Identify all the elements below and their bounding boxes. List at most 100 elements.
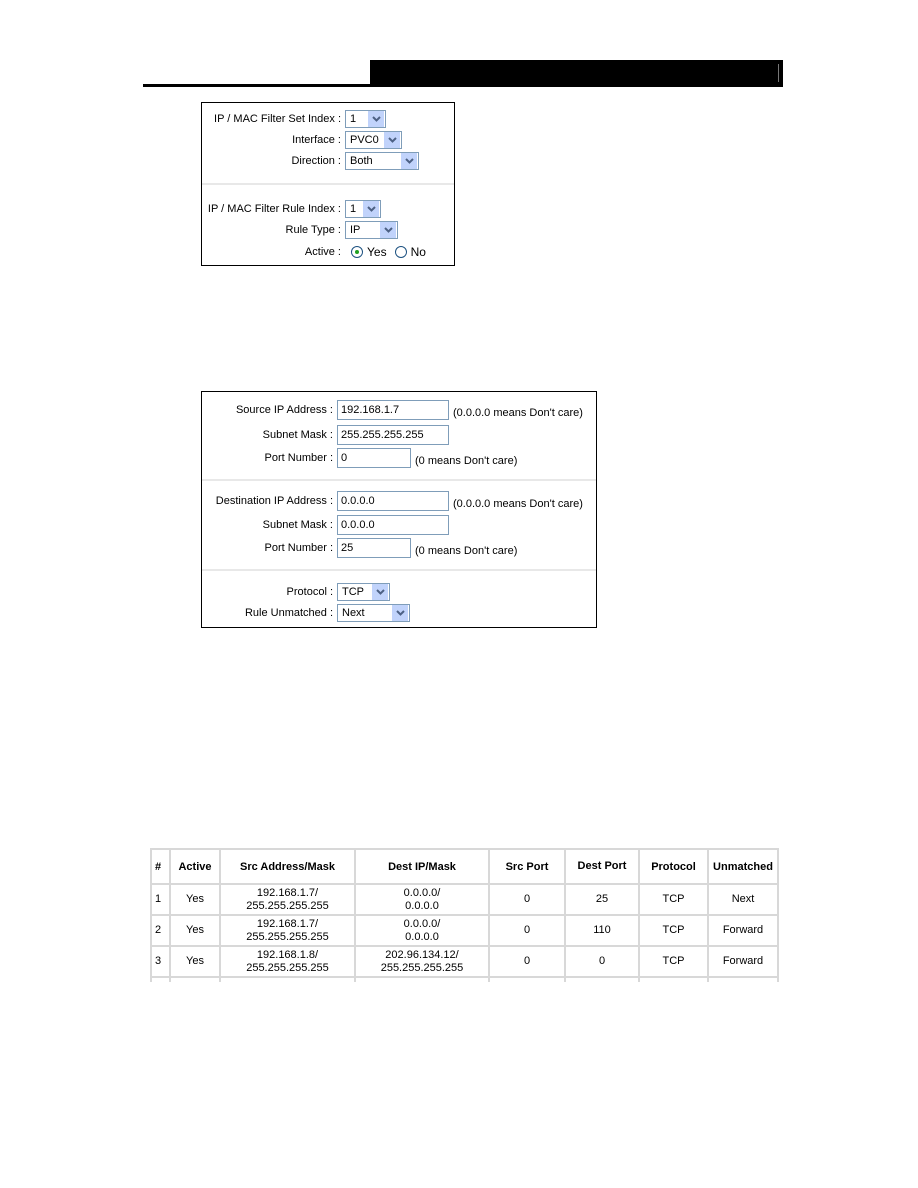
set-index-value: 1 (350, 113, 357, 125)
direction-select[interactable]: Both (345, 152, 419, 170)
cell-stub (707, 976, 779, 982)
cell-stub (488, 976, 566, 982)
dest-port-row: Port Number : 25 (0 means Don't care) (202, 538, 517, 558)
ip-rule-panel: Source IP Address : 192.168.1.7 (0.0.0.0… (201, 391, 597, 628)
active-no-radio[interactable] (394, 246, 407, 258)
header-bar-tick (778, 64, 779, 82)
section-divider (202, 569, 596, 571)
cell-unmatched: Forward (707, 914, 779, 947)
cell-stub (564, 976, 640, 982)
dest-ip-input[interactable]: 0.0.0.0 (337, 491, 449, 511)
rule-unmatched-row: Rule Unmatched : Next (202, 603, 410, 623)
col-header-number: # (150, 848, 171, 885)
dest-mask-input[interactable]: 0.0.0.0 (337, 515, 449, 535)
col-header-src-address: Src Address/Mask (219, 848, 356, 885)
cell-src-port: 0 (488, 945, 566, 978)
source-port-input[interactable]: 0 (337, 448, 411, 468)
dest-ip: 202.96.134.12/ (385, 948, 459, 961)
dest-mask: 0.0.0.0 (405, 899, 439, 912)
rule-unmatched-label: Rule Unmatched : (244, 607, 333, 619)
dest-ip-hint: (0.0.0.0 means Don't care) (453, 498, 583, 510)
dest-ip: 0.0.0.0/ (403, 886, 441, 899)
rule-type-value: IP (350, 224, 361, 236)
dest-mask: 255.255.255.255 (380, 961, 464, 974)
cell-src-address: 192.168.1.7/255.255.255.255 (219, 883, 356, 916)
dest-mask-row: Subnet Mask : 0.0.0.0 (202, 515, 449, 535)
chevron-down-icon[interactable] (380, 222, 396, 238)
cell-protocol: TCP (638, 945, 709, 978)
cell-dest-ip: 0.0.0.0/0.0.0.0 (354, 883, 490, 916)
chevron-down-icon[interactable] (363, 201, 379, 217)
dest-ip-row: Destination IP Address : 0.0.0.0 (0.0.0.… (202, 491, 583, 511)
cell-unmatched: Next (707, 883, 779, 916)
active-yes-label[interactable]: Yes (367, 245, 387, 259)
filter-set-panel: IP / MAC Filter Set Index : 1 Interface … (201, 102, 455, 266)
source-mask-input[interactable]: 255.255.255.255 (337, 425, 449, 445)
rule-index-value: 1 (350, 203, 357, 215)
col-header-dest-ip: Dest IP/Mask (354, 848, 490, 885)
direction-value: Both (350, 155, 373, 167)
source-port-hint: (0 means Don't care) (415, 455, 518, 467)
cell-src-address: 192.168.1.8/255.255.255.255 (219, 945, 356, 978)
header-bar (370, 60, 783, 87)
radio-selected-dot (355, 250, 359, 254)
dest-port-input[interactable]: 25 (337, 538, 411, 558)
protocol-value: TCP (342, 586, 364, 598)
rule-type-select[interactable]: IP (345, 221, 398, 239)
cell-stub (638, 976, 709, 982)
rules-table: # Active Src Address/Mask Dest IP/Mask S… (150, 848, 779, 982)
cell-unmatched: Forward (707, 945, 779, 978)
src-mask: 255.255.255.255 (246, 961, 329, 974)
direction-row: Direction : Both (202, 151, 419, 171)
cell-src-port: 0 (488, 883, 566, 916)
active-no-label[interactable]: No (411, 245, 426, 259)
cell-dest-ip: 202.96.134.12/255.255.255.255 (354, 945, 490, 978)
rule-index-row: IP / MAC Filter Rule Index : 1 (202, 199, 381, 219)
dest-ip-label: Destination IP Address : (215, 495, 333, 507)
src-mask: 255.255.255.255 (246, 899, 329, 912)
interface-row: Interface : PVC0 (202, 130, 402, 150)
direction-label: Direction : (291, 155, 341, 167)
source-port-label: Port Number : (264, 452, 333, 464)
set-index-select[interactable]: 1 (345, 110, 386, 128)
chevron-down-icon[interactable] (368, 111, 384, 127)
cell-src-address: 192.168.1.7/255.255.255.255 (219, 914, 356, 947)
src-mask: 255.255.255.255 (246, 930, 329, 943)
col-header-src-port: Src Port (488, 848, 566, 885)
active-yes-radio[interactable] (351, 246, 363, 258)
col-header-protocol: Protocol (638, 848, 709, 885)
section-divider (202, 183, 454, 185)
table-header-row: # Active Src Address/Mask Dest IP/Mask S… (150, 848, 779, 885)
protocol-select[interactable]: TCP (337, 583, 390, 601)
source-ip-row: Source IP Address : 192.168.1.7 (0.0.0.0… (202, 400, 583, 420)
dest-ip: 0.0.0.0/ (403, 917, 441, 930)
dest-mask-label: Subnet Mask : (262, 519, 333, 531)
interface-label: Interface : (292, 134, 341, 146)
cell-protocol: TCP (638, 914, 709, 947)
chevron-down-icon[interactable] (392, 605, 408, 621)
source-ip-hint: (0.0.0.0 means Don't care) (453, 407, 583, 419)
cell-number: 1 (150, 883, 171, 916)
section-divider (202, 479, 596, 481)
cell-active: Yes (169, 914, 221, 947)
cell-number: 2 (150, 914, 171, 947)
cell-active: Yes (169, 945, 221, 978)
table-row: 2 Yes 192.168.1.7/255.255.255.255 0.0.0.… (150, 914, 779, 947)
cell-stub (150, 976, 171, 982)
set-index-label: IP / MAC Filter Set Index : (214, 113, 341, 125)
cell-stub (354, 976, 490, 982)
cell-stub (169, 976, 221, 982)
chevron-down-icon[interactable] (372, 584, 388, 600)
col-header-dest-port: Dest Port (564, 848, 640, 885)
source-ip-input[interactable]: 192.168.1.7 (337, 400, 449, 420)
source-ip-label: Source IP Address : (235, 404, 333, 416)
cell-dest-port: 0 (564, 945, 640, 978)
chevron-down-icon[interactable] (384, 132, 400, 148)
interface-select[interactable]: PVC0 (345, 131, 402, 149)
rule-index-select[interactable]: 1 (345, 200, 381, 218)
active-label: Active : (304, 246, 341, 258)
chevron-down-icon[interactable] (401, 153, 417, 169)
cell-number: 3 (150, 945, 171, 978)
protocol-row: Protocol : TCP (202, 582, 390, 602)
rule-unmatched-select[interactable]: Next (337, 604, 410, 622)
